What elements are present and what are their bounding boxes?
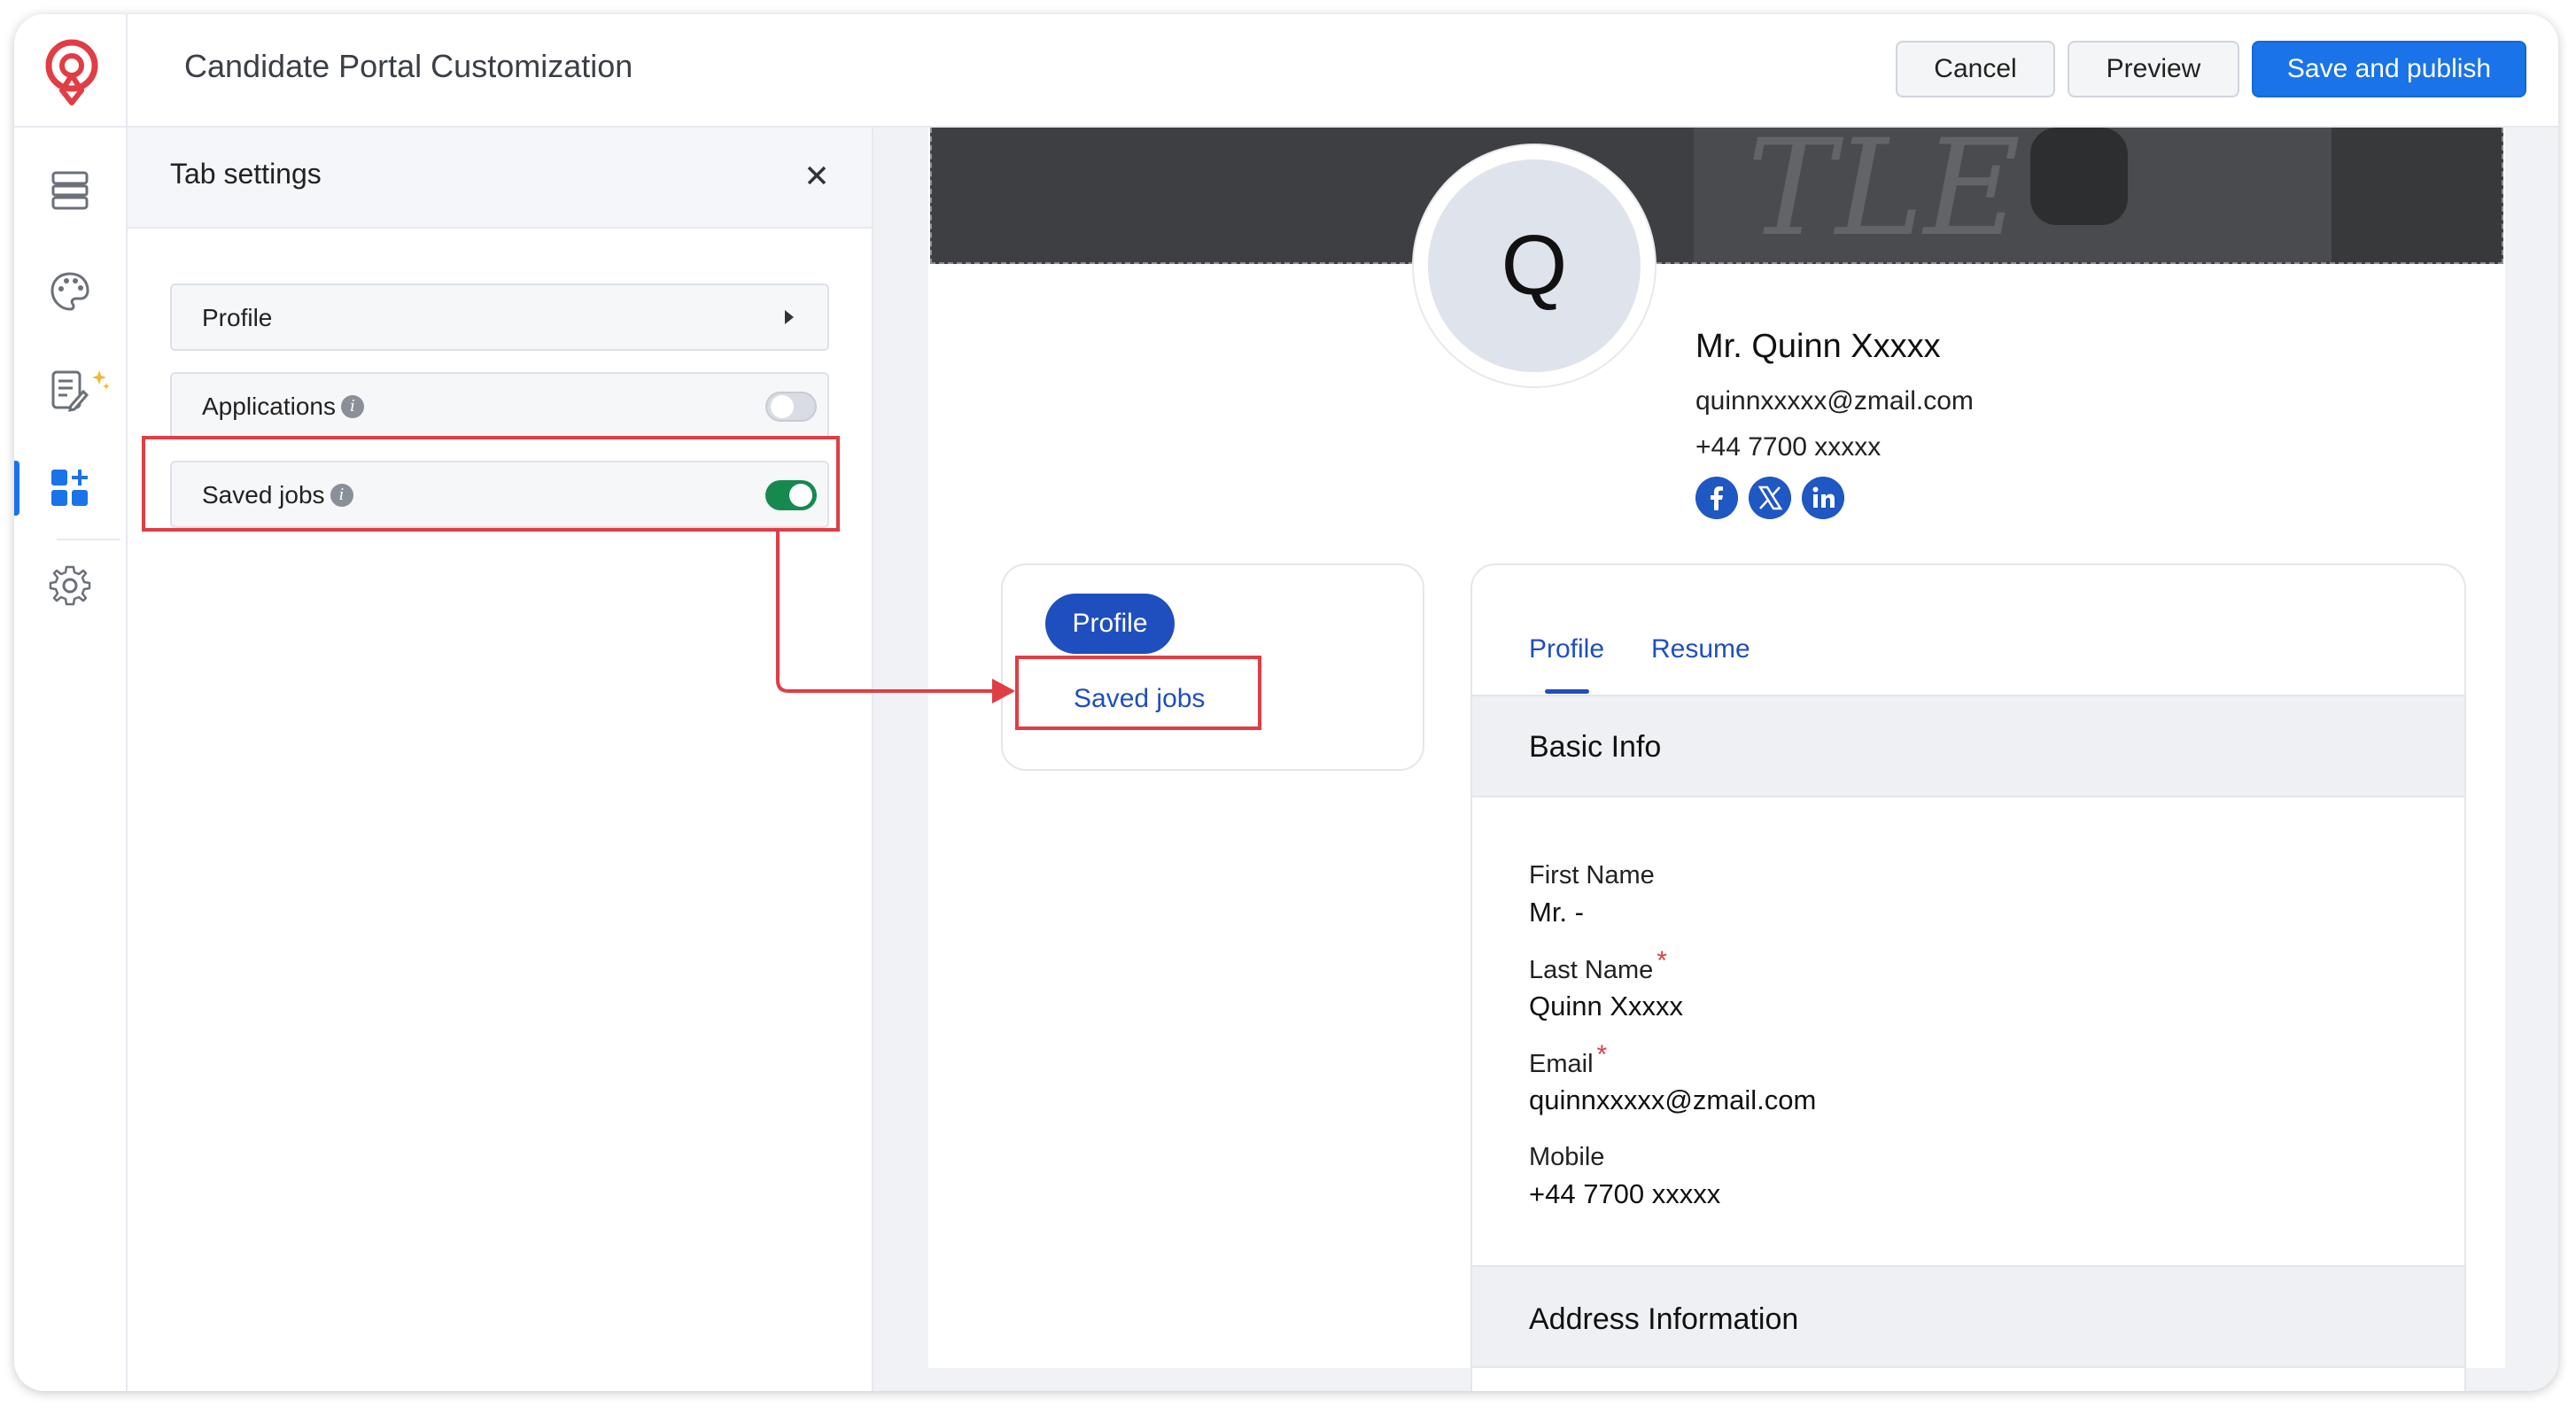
app-window: Candidate Portal Customization Cancel Pr…	[14, 14, 2558, 1391]
annotation-arrow	[776, 532, 1015, 703]
